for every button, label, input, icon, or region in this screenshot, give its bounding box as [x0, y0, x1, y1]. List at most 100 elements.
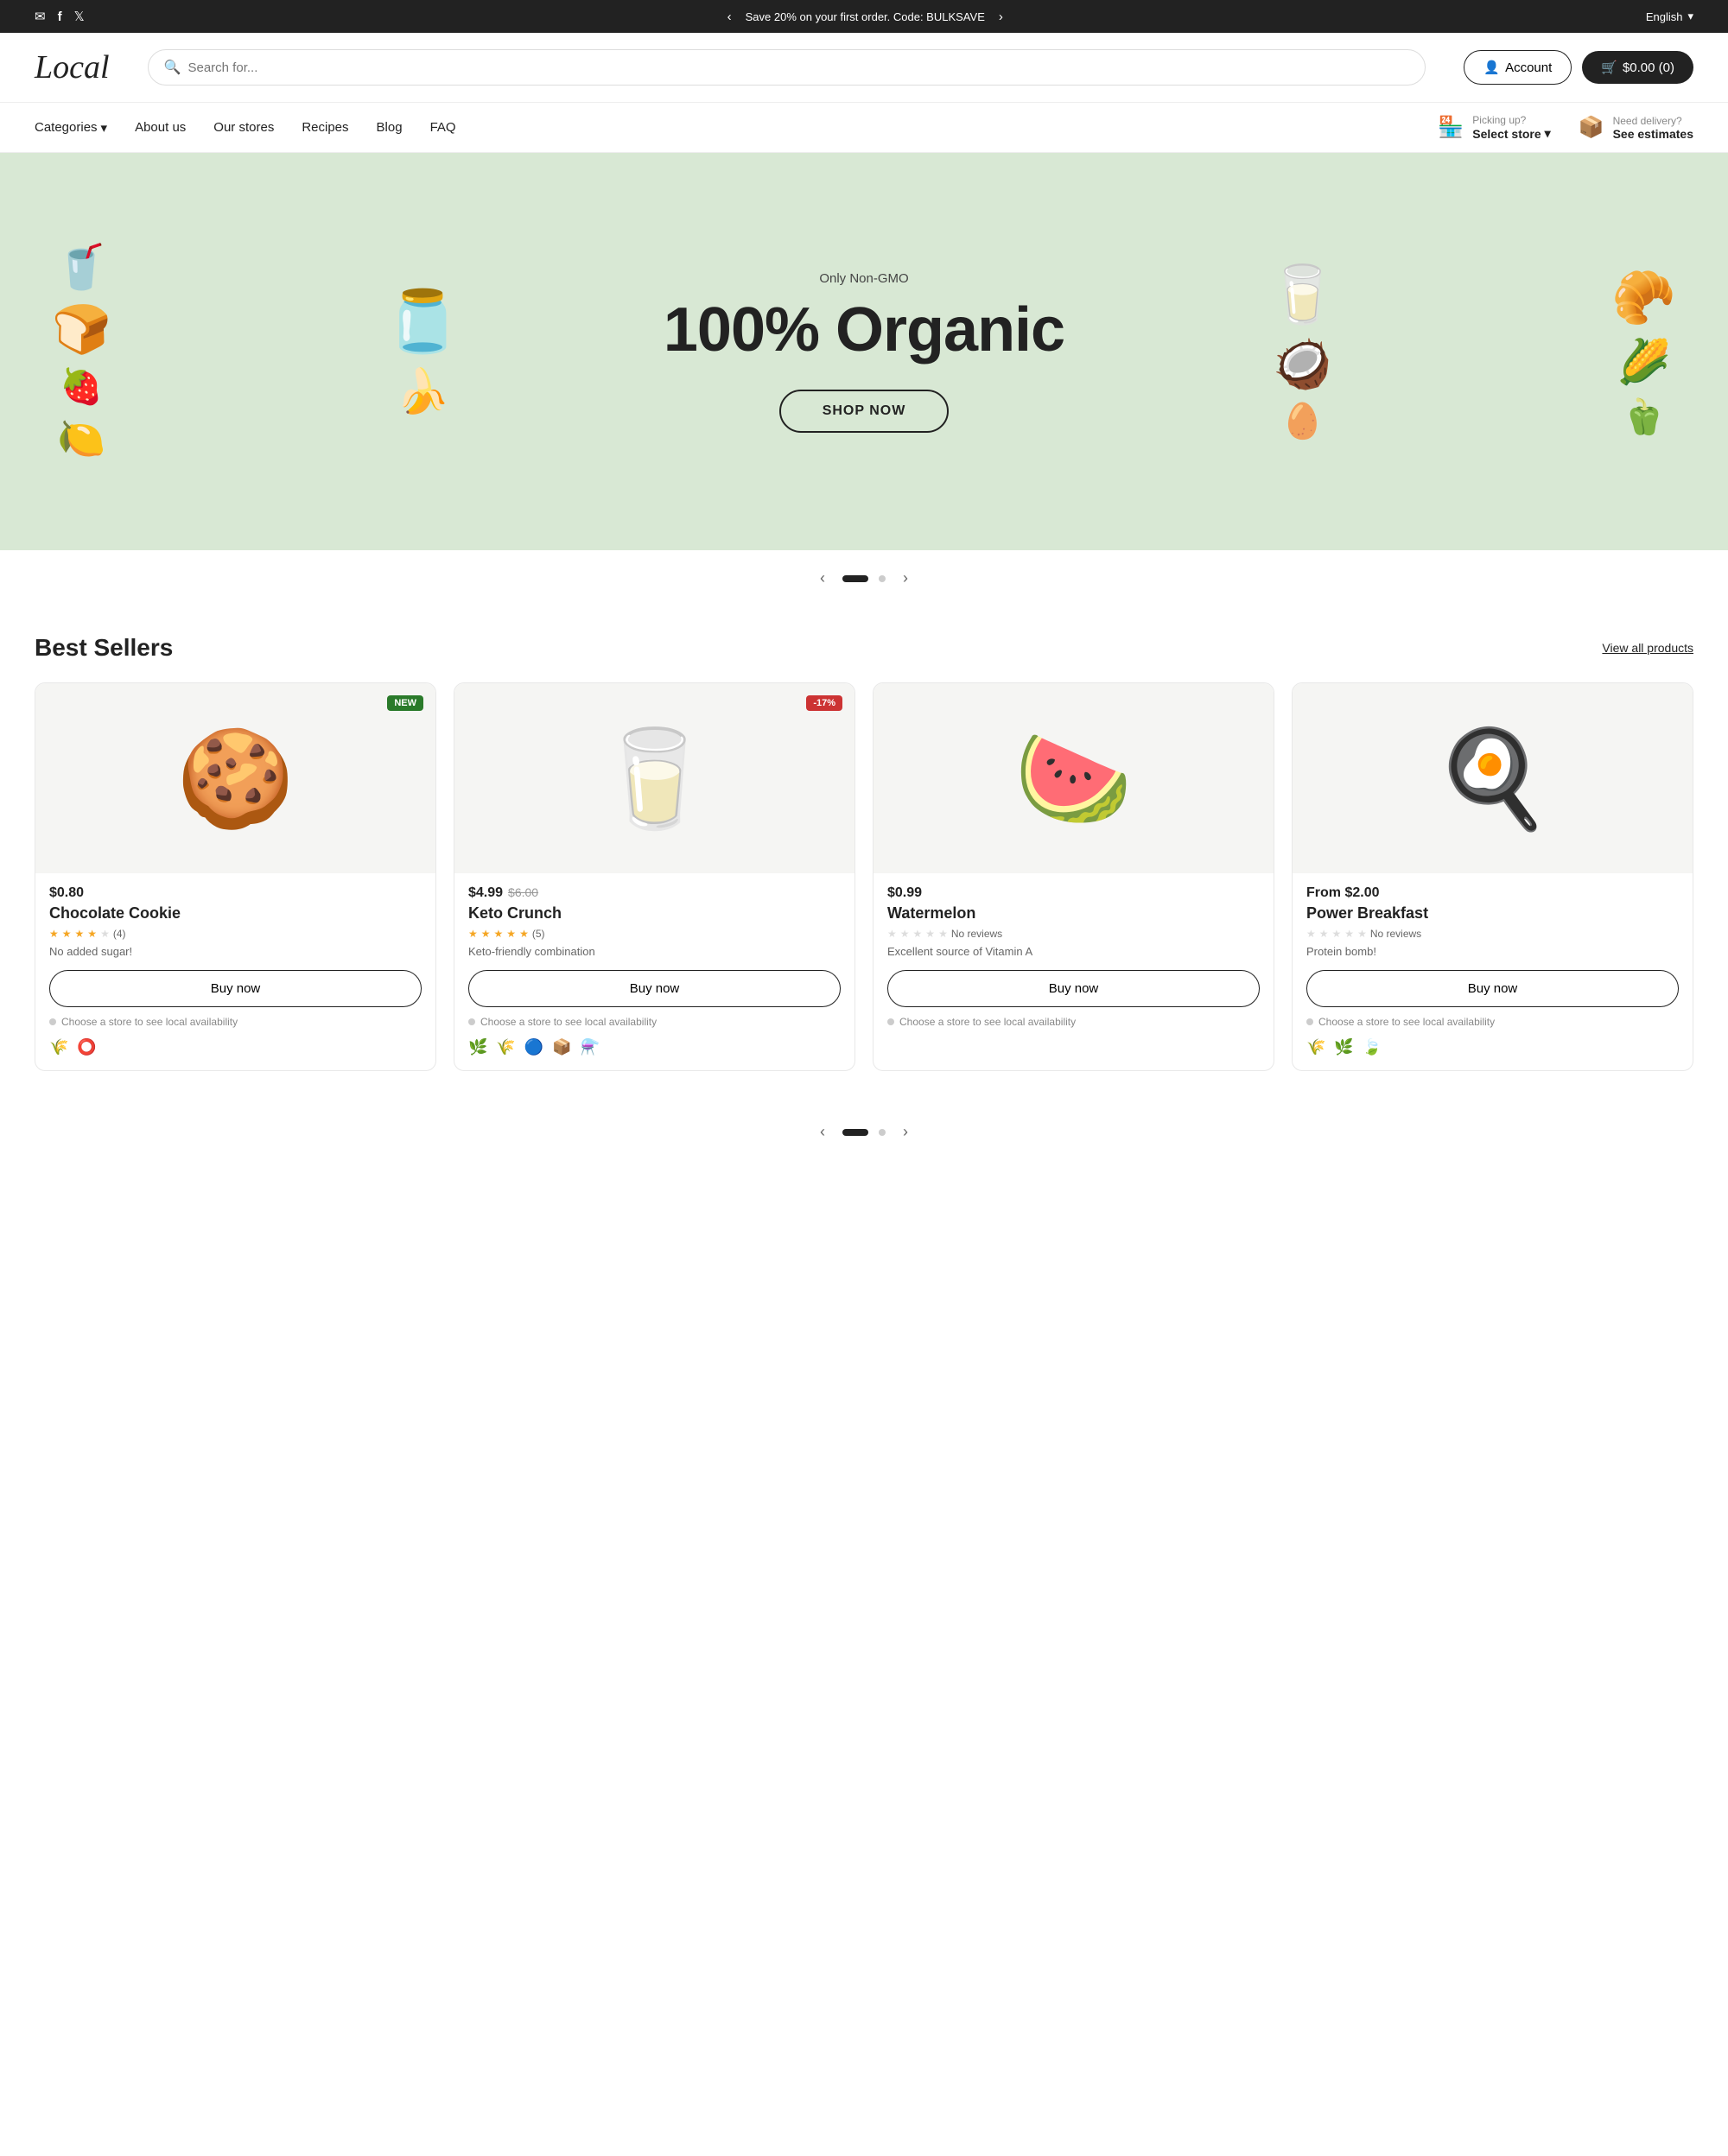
star-icon: ★	[75, 928, 85, 940]
account-button[interactable]: 👤 Account	[1464, 50, 1572, 85]
food-bag-icon: 🫙	[385, 287, 461, 358]
hero-carousel: ‹ ›	[0, 550, 1728, 606]
bottom-next-button[interactable]: ›	[896, 1119, 915, 1145]
cart-button[interactable]: 🛒 $0.00 (0)	[1582, 51, 1693, 84]
promo-prev-button[interactable]: ‹	[724, 8, 735, 26]
food-banana-icon: 🍌	[396, 366, 449, 417]
buy-now-button[interactable]: Buy now	[468, 970, 841, 1007]
food-corn-icon: 🌽	[1617, 337, 1671, 388]
star-icon: ★	[87, 928, 97, 940]
hero-prev-button[interactable]: ‹	[813, 566, 832, 591]
logo[interactable]: Local	[35, 48, 110, 86]
product-badge: -17%	[806, 695, 842, 711]
product-rating: ★★★★★ (5)	[468, 928, 841, 940]
product-price-wrap: From $2.00	[1306, 885, 1679, 901]
promo-bar: ‹ Save 20% on your first order. Code: BU…	[724, 8, 1007, 26]
email-icon: ✉	[35, 9, 46, 24]
nav-store-options: 🏪 Picking up? Select store ▾ 📦 Need deli…	[1438, 114, 1693, 141]
bottom-dot-1[interactable]	[842, 1129, 868, 1136]
nav-blog[interactable]: Blog	[377, 120, 403, 135]
account-icon: 👤	[1483, 60, 1500, 75]
diet-icon: 📦	[552, 1038, 571, 1056]
nav-recipes[interactable]: Recipes	[302, 120, 348, 135]
food-bread-icon: 🍞	[52, 301, 111, 358]
hero-dot-2[interactable]	[879, 575, 886, 582]
store-icon: 🏪	[1438, 115, 1464, 140]
availability-indicator	[887, 1018, 894, 1025]
view-all-link[interactable]: View all products	[1602, 641, 1693, 655]
product-name: Chocolate Cookie	[49, 904, 422, 923]
bottom-carousel: ‹ ›	[0, 1099, 1728, 1179]
nav-categories-label: Categories	[35, 120, 98, 135]
language-label: English	[1646, 10, 1683, 23]
language-selector[interactable]: English ▾	[1646, 10, 1693, 23]
search-input[interactable]	[187, 60, 1409, 75]
star-icon: ★	[494, 928, 504, 940]
delivery-section[interactable]: 📦 Need delivery? See estimates	[1579, 115, 1693, 141]
diet-icon: 🍃	[1363, 1038, 1382, 1056]
store-availability: Choose a store to see local availability	[49, 1016, 422, 1028]
product-card: -17% 🥛 $4.99$6.00 Keto Crunch ★★★★★ (5) …	[454, 682, 855, 1071]
food-juice-icon: 🥤	[54, 242, 108, 293]
promo-next-button[interactable]: ›	[995, 8, 1007, 26]
star-icon: ★	[887, 928, 897, 940]
pickup-section[interactable]: 🏪 Picking up? Select store ▾	[1438, 114, 1550, 141]
product-price: From $2.00	[1306, 885, 1379, 900]
hero-content: Only Non-GMO 100% Organic SHOP NOW	[664, 271, 1064, 433]
product-name: Watermelon	[887, 904, 1260, 923]
diet-icon: ⚗️	[581, 1038, 600, 1056]
account-label: Account	[1505, 60, 1552, 75]
bottom-dot-2[interactable]	[879, 1129, 886, 1136]
nav-faq[interactable]: FAQ	[430, 120, 456, 135]
bottom-prev-button[interactable]: ‹	[813, 1119, 832, 1145]
product-info: From $2.00 Power Breakfast ★★★★★ No revi…	[1293, 873, 1693, 958]
review-count: No reviews	[1370, 928, 1421, 940]
availability-text: Choose a store to see local availability	[480, 1016, 657, 1028]
buy-now-button[interactable]: Buy now	[49, 970, 422, 1007]
main-nav: Categories ▾ About us Our stores Recipes…	[0, 103, 1728, 153]
nav-about[interactable]: About us	[135, 120, 186, 135]
promo-text: Save 20% on your first order. Code: BULK…	[746, 10, 985, 23]
product-emoji: 🍉	[1014, 723, 1133, 834]
food-pepper-icon: 🫑	[1623, 396, 1666, 437]
top-bar: ✉ f 𝕏 ‹ Save 20% on your first order. Co…	[0, 0, 1728, 33]
hero-subtitle: Only Non-GMO	[664, 271, 1064, 286]
product-card: 🍉 $0.99 Watermelon ★★★★★ No reviews Exce…	[873, 682, 1274, 1071]
star-icon: ★	[1357, 928, 1367, 940]
hero-dot-1[interactable]	[842, 575, 868, 582]
star-icon: ★	[925, 928, 935, 940]
nav-stores[interactable]: Our stores	[213, 120, 274, 135]
hero-next-button[interactable]: ›	[896, 566, 915, 591]
product-diet-icons: 🌾⭕	[49, 1038, 422, 1056]
hero-cta-button[interactable]: SHOP NOW	[779, 390, 950, 433]
search-bar[interactable]: 🔍	[148, 49, 1426, 86]
star-icon: ★	[62, 928, 72, 940]
buy-now-button[interactable]: Buy now	[887, 970, 1260, 1007]
pickup-value: Select store ▾	[1472, 126, 1550, 141]
store-availability: Choose a store to see local availability	[1306, 1016, 1679, 1028]
diet-icon: ⭕	[77, 1038, 96, 1056]
hero-title: 100% Organic	[664, 295, 1064, 365]
product-card: 🍳 From $2.00 Power Breakfast ★★★★★ No re…	[1292, 682, 1693, 1071]
search-icon: 🔍	[164, 59, 181, 76]
nav-links: Categories ▾ About us Our stores Recipes…	[35, 120, 456, 136]
star-icon: ★	[1306, 928, 1316, 940]
food-lemon-icon: 🍋	[57, 415, 105, 461]
product-price-wrap: $0.99	[887, 885, 1260, 901]
food-eggs-icon: 🥚	[1281, 401, 1325, 441]
buy-now-button[interactable]: Buy now	[1306, 970, 1679, 1007]
product-rating: ★★★★★ No reviews	[887, 928, 1260, 940]
star-icon: ★	[913, 928, 923, 940]
nav-categories[interactable]: Categories ▾	[35, 120, 107, 136]
product-card: NEW 🍪 $0.80 Chocolate Cookie ★★★★★ (4) N…	[35, 682, 436, 1071]
product-badge: NEW	[387, 695, 423, 711]
star-icon: ★	[468, 928, 478, 940]
review-count: No reviews	[951, 928, 1002, 940]
star-icon: ★	[100, 928, 110, 940]
best-sellers-section: Best Sellers View all products NEW 🍪 $0.…	[0, 606, 1728, 1099]
review-count: (5)	[532, 928, 545, 940]
diet-icon: 🌾	[496, 1038, 515, 1056]
product-info: $0.80 Chocolate Cookie ★★★★★ (4) No adde…	[35, 873, 435, 958]
product-description: Protein bomb!	[1306, 945, 1679, 958]
product-description: Excellent source of Vitamin A	[887, 945, 1260, 958]
